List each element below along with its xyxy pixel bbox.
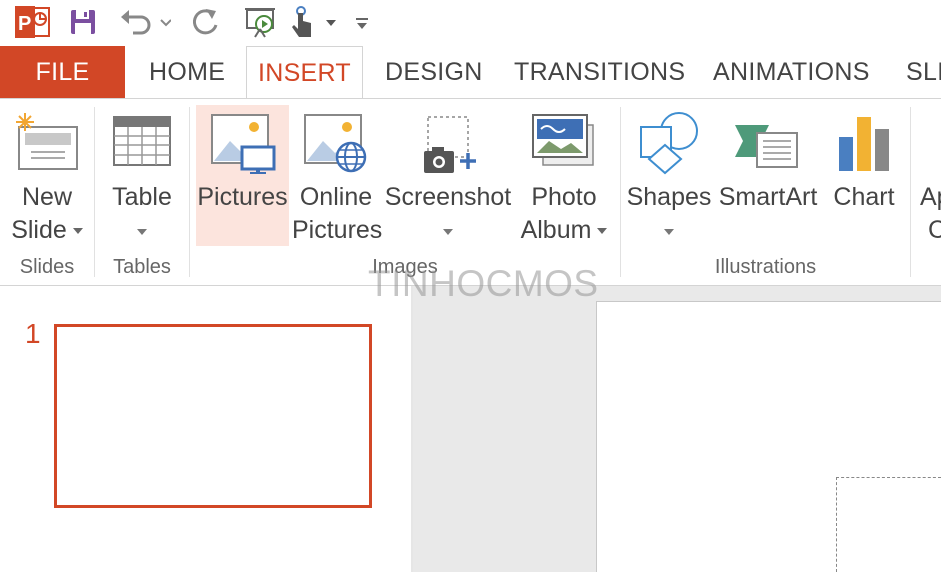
pictures-icon [208, 111, 278, 184]
apps-button[interactable]: Ap C [914, 105, 941, 246]
smartart-button[interactable]: SmartArt [714, 105, 822, 246]
new-slide-dropdown-icon [72, 228, 83, 235]
smartart-icon [733, 111, 803, 180]
table-button[interactable]: Table [102, 105, 182, 246]
undo-icon[interactable] [116, 4, 172, 40]
photo-album-button[interactable]: Photo Album [516, 105, 612, 246]
table-icon [112, 111, 172, 176]
online-pictures-label-line2: Pictures [292, 216, 383, 244]
group-separator [94, 107, 95, 277]
group-separator [189, 107, 190, 277]
ribbon-insert: New Slide Table Pictures Online Pictures… [0, 99, 941, 285]
new-slide-label-text: Slide [11, 216, 67, 244]
quick-access-toolbar: P [0, 0, 941, 46]
save-icon[interactable] [66, 4, 100, 40]
watermark-text: TINHOCMOS [368, 263, 599, 304]
screenshot-button[interactable]: Screenshot [383, 105, 513, 246]
svg-text:P: P [18, 13, 31, 35]
touch-mode-icon[interactable] [288, 4, 338, 40]
tab-animations[interactable]: ANIMATIONS [713, 46, 870, 99]
ribbon-tabs: FILE HOME INSERT DESIGN TRANSITIONS ANIM… [0, 46, 941, 100]
tab-design[interactable]: DESIGN [385, 46, 483, 99]
slide-thumbnail[interactable] [54, 324, 372, 508]
pictures-button[interactable]: Pictures [196, 105, 289, 246]
apps-label: Ap [920, 183, 941, 211]
chart-icon [835, 111, 893, 182]
photo-album-dropdown-icon [597, 228, 608, 235]
start-slideshow-icon[interactable] [240, 4, 280, 40]
tab-transitions[interactable]: TRANSITIONS [514, 46, 685, 99]
group-label-illustrations: Illustrations [714, 256, 817, 278]
shapes-icon [635, 111, 703, 184]
group-separator [910, 107, 911, 277]
photo-album-label-text: Album [520, 216, 592, 244]
redo-icon[interactable] [188, 4, 224, 40]
apps-label-line2: C [928, 216, 941, 244]
tab-home[interactable]: HOME [149, 46, 225, 99]
new-slide-label-line2: Slide [6, 214, 88, 247]
tab-slideshow[interactable]: SLI [906, 46, 941, 99]
shapes-label: Shapes [626, 183, 712, 211]
pictures-label: Pictures [197, 183, 288, 211]
screenshot-label: Screenshot [384, 183, 512, 211]
customize-qat-icon[interactable] [352, 4, 372, 40]
group-label-tables: Tables [113, 256, 171, 278]
shapes-dropdown-icon [664, 229, 674, 235]
smartart-label: SmartArt [718, 183, 818, 211]
slide-number: 1 [25, 318, 41, 349]
powerpoint-logo-icon[interactable]: P [12, 4, 52, 40]
new-slide-label: New [21, 183, 72, 211]
online-pictures-button[interactable]: Online Pictures [292, 105, 383, 246]
photo-album-label-line2: Album [516, 214, 612, 247]
photo-album-icon [531, 111, 597, 180]
group-label-slides: Slides [19, 256, 75, 278]
tab-insert[interactable]: INSERT [246, 46, 363, 100]
table-dropdown-icon [137, 229, 147, 235]
online-pictures-icon [301, 111, 371, 184]
chart-label: Chart [833, 183, 895, 211]
photo-album-label: Photo [531, 183, 597, 211]
new-slide-button[interactable]: New Slide [6, 105, 88, 246]
new-slide-icon [13, 111, 81, 180]
group-separator [620, 107, 621, 277]
table-label: Table [112, 183, 172, 211]
online-pictures-label: Online [299, 183, 373, 211]
screenshot-icon [416, 111, 480, 184]
screenshot-dropdown-icon [443, 229, 453, 235]
shapes-button[interactable]: Shapes [626, 105, 712, 246]
tab-file[interactable]: FILE [0, 46, 125, 99]
content-placeholder[interactable] [836, 477, 941, 572]
chart-button[interactable]: Chart [826, 105, 902, 246]
